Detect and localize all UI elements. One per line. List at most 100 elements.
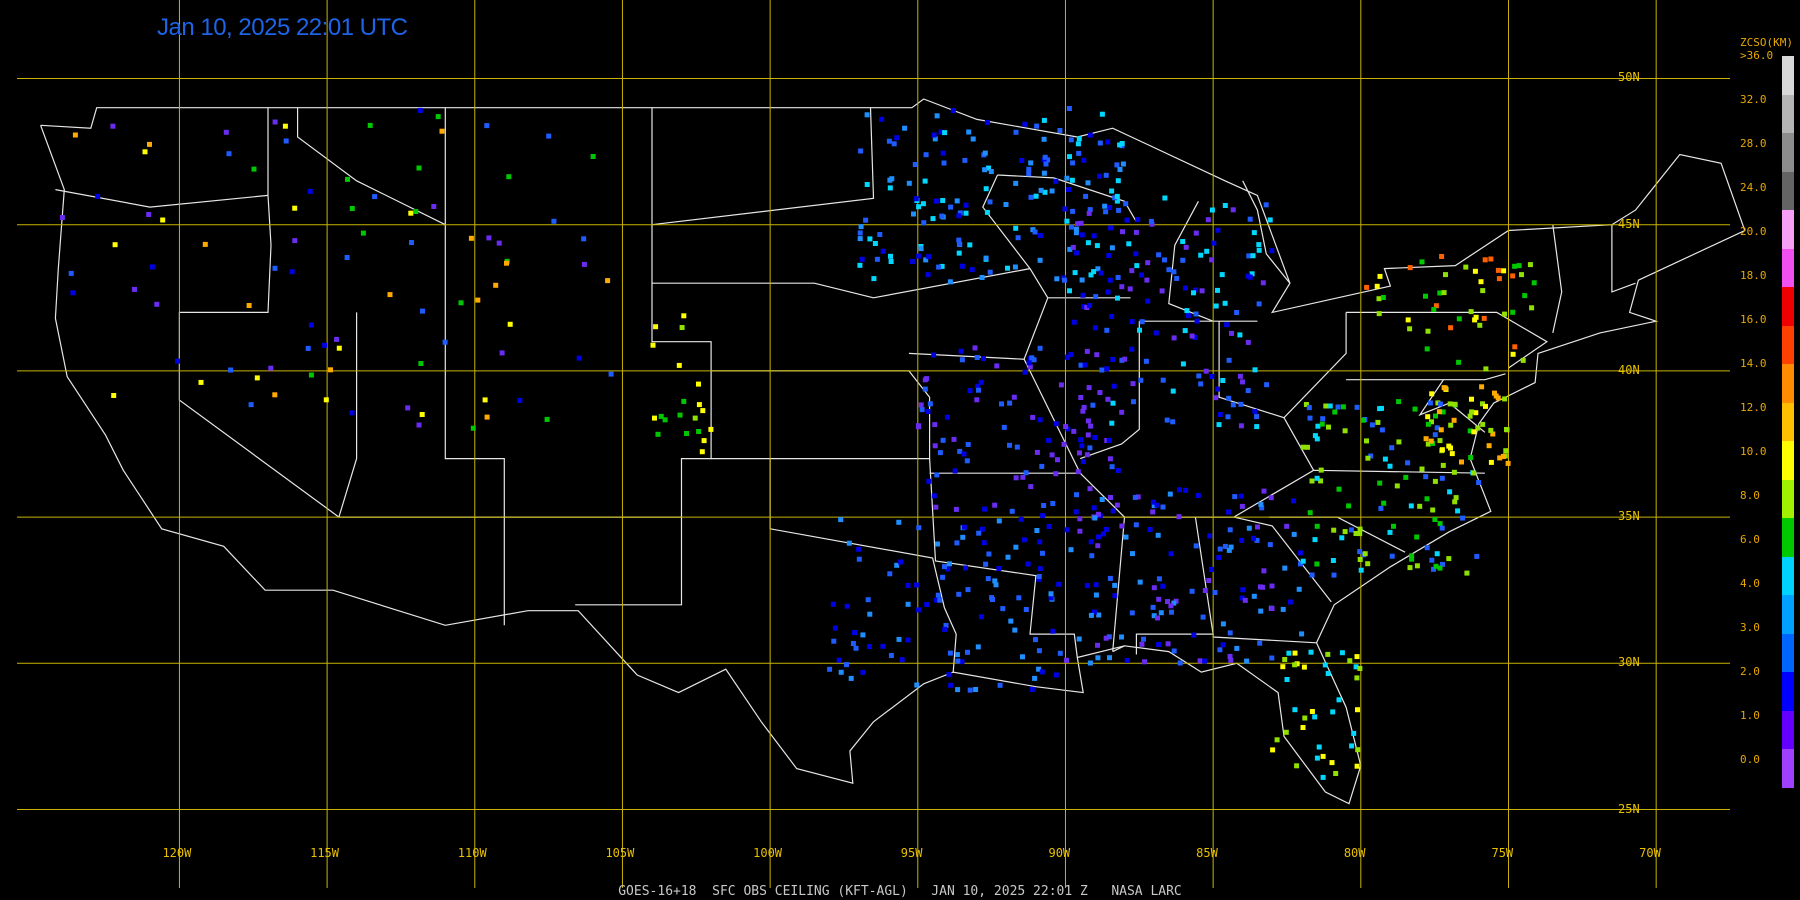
station-dot (1319, 421, 1325, 427)
color-swatch (1782, 556, 1794, 596)
station-dot (1028, 160, 1034, 166)
station-dot (1357, 666, 1363, 671)
station-dot (1451, 469, 1457, 475)
station-dot (1099, 111, 1105, 117)
station-dot (1085, 240, 1091, 246)
station-dot (1001, 424, 1007, 430)
station-dot (1217, 546, 1223, 552)
station-dot (994, 363, 1000, 369)
station-dot (1300, 558, 1306, 564)
station-dot (1447, 401, 1453, 407)
station-dot (926, 478, 932, 484)
station-dot (1353, 531, 1359, 536)
station-dot (1476, 480, 1482, 485)
color-scale-tick: 6.0 (1740, 533, 1760, 546)
station-dot (676, 362, 682, 368)
station-dot (1284, 523, 1290, 529)
station-dot (1074, 492, 1079, 498)
station-dot (1357, 557, 1363, 562)
color-scale-tick: 2.0 (1740, 665, 1760, 678)
station-dot (1215, 227, 1221, 233)
station-dot (1155, 532, 1161, 538)
station-dot (939, 213, 945, 219)
station-dot (1512, 263, 1518, 269)
station-dot (1160, 377, 1166, 383)
station-dot (1237, 373, 1243, 379)
station-dot (1103, 526, 1109, 532)
color-swatch (1782, 133, 1794, 172)
station-dot (1237, 332, 1243, 338)
station-dot (1183, 244, 1189, 250)
station-dot (852, 630, 857, 636)
station-dot (345, 176, 350, 182)
station-dot (468, 235, 474, 241)
lon-label: 70W (1639, 846, 1661, 860)
station-dot (1028, 484, 1034, 490)
station-dot (1213, 395, 1219, 401)
station-dot (888, 253, 893, 259)
station-dot (1183, 487, 1189, 493)
station-dot (1067, 154, 1072, 160)
station-dot (1425, 421, 1431, 427)
station-dot (856, 546, 862, 552)
station-dot (1478, 279, 1484, 285)
station-dot (1126, 241, 1132, 247)
station-dot (963, 210, 969, 216)
station-dot (965, 649, 970, 655)
station-dot (1312, 433, 1318, 439)
station-dot (1477, 322, 1483, 328)
station-dot (1037, 233, 1043, 238)
station-dot (982, 150, 988, 156)
station-dot (1437, 290, 1443, 296)
station-dot (1119, 284, 1125, 290)
station-dot (1389, 553, 1395, 559)
station-dot (1092, 435, 1098, 440)
station-dot (1077, 516, 1083, 522)
station-dot (1282, 657, 1288, 662)
station-dot (1469, 396, 1474, 402)
station-dot (1443, 272, 1448, 278)
lat-label: 35N (1618, 509, 1640, 524)
station-dot (1314, 561, 1320, 567)
station-dot (1023, 607, 1029, 612)
station-dot (1257, 640, 1263, 646)
station-dot (1100, 531, 1106, 537)
station-dot (1308, 649, 1314, 655)
station-dot (1007, 400, 1013, 406)
station-dot (1143, 358, 1149, 364)
station-dot (439, 128, 445, 134)
station-dot (887, 571, 893, 577)
station-dot (1198, 252, 1204, 258)
station-dot (1213, 303, 1219, 309)
station-dot (961, 524, 967, 530)
station-dot (1109, 245, 1115, 251)
station-dot (981, 540, 987, 546)
station-dot (931, 132, 937, 138)
station-dot (1374, 283, 1380, 289)
station-dot (1129, 319, 1135, 325)
station-dot (1365, 455, 1371, 461)
station-dot (1053, 421, 1059, 427)
station-dot (1156, 252, 1162, 258)
station-dot (1160, 504, 1166, 510)
station-dot (248, 402, 254, 408)
station-dot (1269, 655, 1275, 661)
station-dot (1483, 366, 1489, 372)
station-dot (1522, 293, 1528, 299)
station-dot (1380, 295, 1386, 300)
station-dot (581, 236, 587, 242)
station-dot (1162, 195, 1168, 201)
station-dot (1050, 628, 1056, 634)
color-scale-tick: 14.0 (1740, 357, 1767, 370)
station-dot (1396, 439, 1402, 445)
station-dot (1080, 459, 1086, 465)
station-dot (1320, 416, 1326, 422)
station-dot (935, 592, 941, 598)
station-dot (1382, 456, 1388, 462)
station-dot (700, 408, 706, 414)
station-dot (470, 425, 476, 431)
station-dot (1033, 193, 1039, 199)
station-dot (1176, 514, 1182, 520)
station-dot (442, 339, 448, 345)
station-dot (948, 204, 954, 210)
